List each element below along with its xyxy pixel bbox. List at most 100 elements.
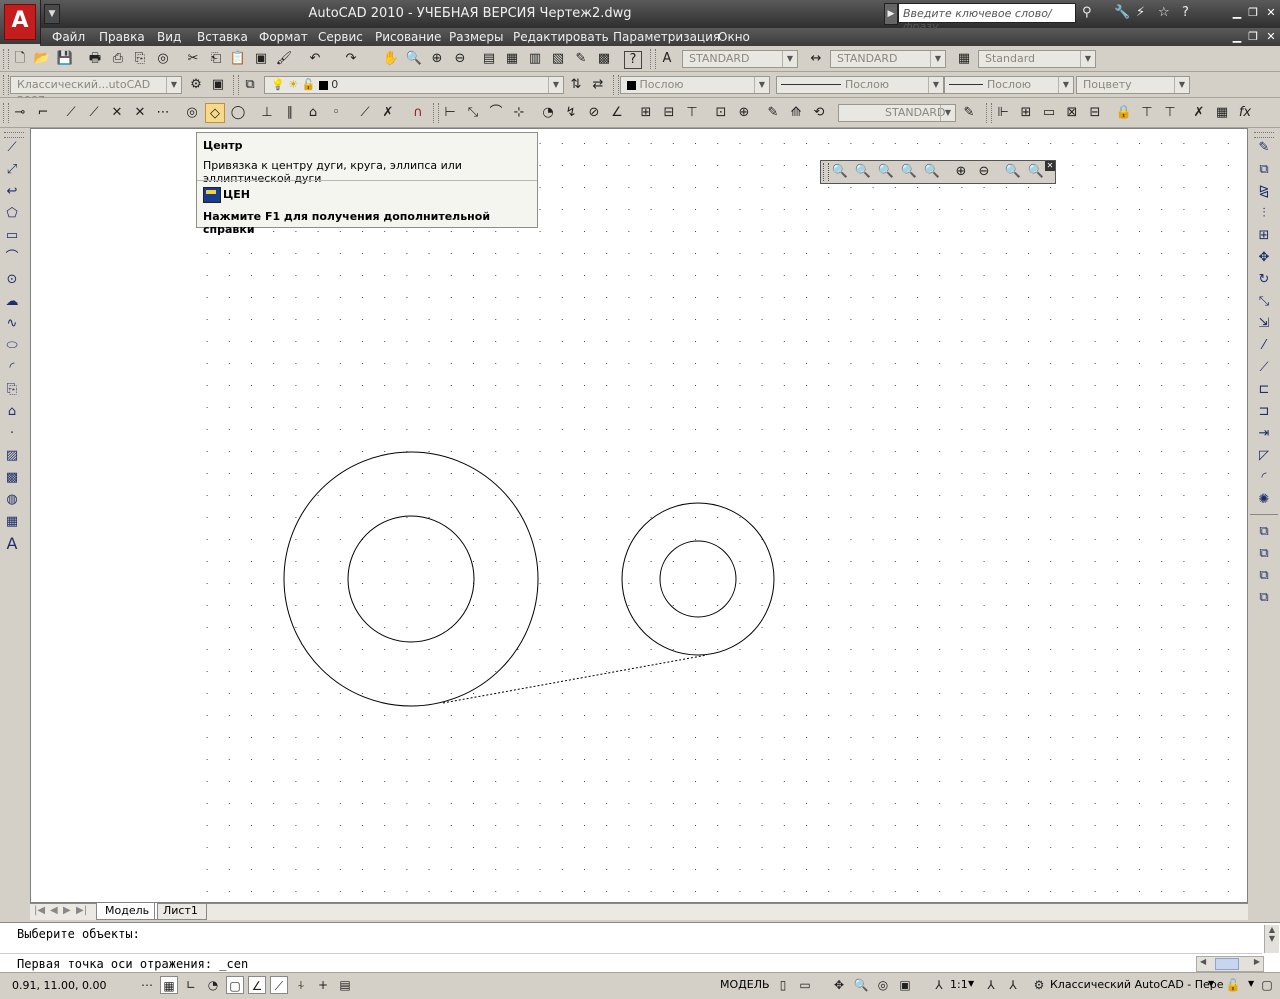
fx-icon[interactable]: fx xyxy=(1235,103,1255,123)
chevron-down-icon[interactable]: ▼ xyxy=(1248,979,1254,988)
help-icon[interactable]: ? xyxy=(1182,5,1189,20)
point-icon[interactable]: · xyxy=(2,424,22,444)
tab-layout1[interactable]: Лист1 xyxy=(154,903,207,920)
workspace-settings-icon[interactable]: ⚙ xyxy=(186,75,206,95)
linetype-combo[interactable]: Послою ▼ xyxy=(776,76,944,94)
extend-icon[interactable]: ⟋ xyxy=(1254,358,1274,378)
toolbar-grip[interactable] xyxy=(233,75,239,95)
table-icon[interactable]: ▦ xyxy=(2,512,22,532)
dim-aligned-icon[interactable]: ⤡ xyxy=(463,103,483,123)
text-style-combo[interactable]: STANDARD ▼ xyxy=(682,50,798,68)
dim-continue-icon[interactable]: ⊤ xyxy=(682,103,702,123)
polygon-icon[interactable]: ⬠ xyxy=(2,204,22,224)
workspace-gear-icon[interactable]: ⚙ xyxy=(1030,976,1048,994)
snap-none-icon[interactable]: ✗ xyxy=(378,103,398,123)
toolbar-grip[interactable] xyxy=(3,49,9,69)
ellipse-icon[interactable]: ⬭ xyxy=(2,336,22,356)
pan-status-icon[interactable]: ✥ xyxy=(830,976,848,994)
help-button-icon[interactable]: ? xyxy=(624,51,642,69)
snap-intersection-icon[interactable]: ✕ xyxy=(107,103,127,123)
doc-close-button[interactable]: ✕ xyxy=(1264,30,1278,43)
annotation-visibility-icon[interactable]: ⅄ xyxy=(982,976,1000,994)
table-style-combo[interactable]: Standard ▼ xyxy=(978,50,1096,68)
break-at-point-icon[interactable]: ⊏ xyxy=(1254,380,1274,400)
dim-constraint-vertical-icon[interactable]: ⊤ xyxy=(1137,103,1157,123)
snap-midpoint-icon[interactable]: ⟋ xyxy=(84,103,104,123)
layout-view-icon[interactable]: ▯ xyxy=(774,976,792,994)
dim-angular-icon[interactable]: ∠ xyxy=(607,103,627,123)
dynamic-input-icon[interactable]: ⍭ xyxy=(292,976,310,994)
zoom-scale-icon[interactable]: 🔍 xyxy=(876,162,896,182)
design-center-icon[interactable]: ▦ xyxy=(502,49,522,69)
open-icon[interactable]: 📂 xyxy=(32,49,52,69)
plotstyle-combo[interactable]: Поцвету ▼ xyxy=(1076,76,1190,94)
show-constraints-icon[interactable]: ▭ xyxy=(1039,103,1059,123)
chamfer-icon[interactable]: ◸ xyxy=(1254,446,1274,466)
tab-model[interactable]: Модель xyxy=(96,903,159,920)
table-style-icon[interactable]: ▦ xyxy=(954,49,974,69)
toolbar-grip[interactable] xyxy=(433,103,439,123)
markup-icon[interactable]: ✎ xyxy=(571,49,591,69)
coordinates-readout[interactable]: 0.91, 11.00, 0.00 xyxy=(12,979,106,992)
workspace-combo[interactable]: Классический...utoCAD 2007▼ xyxy=(10,76,182,107)
chevron-down-icon[interactable]: ▼ xyxy=(968,979,974,988)
menu-view[interactable]: Вид xyxy=(157,30,181,44)
layer-previous-icon[interactable]: ⇄ xyxy=(588,75,608,95)
dim-update-icon[interactable]: ⟲ xyxy=(809,103,829,123)
array-icon[interactable]: ⊞ xyxy=(1254,226,1274,246)
center-mark-icon[interactable]: ⊕ xyxy=(734,103,754,123)
publish-icon[interactable]: ⎘ xyxy=(130,49,150,69)
chevron-down-icon[interactable]: ▼ xyxy=(1208,979,1214,988)
quick-properties-icon[interactable]: ▤ xyxy=(336,976,354,994)
dimstyle-manager-icon[interactable]: ✎ xyxy=(959,103,979,123)
dim-style-combo[interactable]: STANDARD ▼ xyxy=(830,50,946,68)
minimize-button[interactable]: ▁ xyxy=(1230,6,1244,19)
rotate-icon[interactable]: ↻ xyxy=(1254,270,1274,290)
toolbar-grip[interactable] xyxy=(650,49,656,69)
menu-dimension[interactable]: Размеры xyxy=(449,30,504,44)
paste-block-icon[interactable]: ▣ xyxy=(251,49,271,69)
toolbar-grip[interactable] xyxy=(986,103,992,123)
construction-line-icon[interactable]: ⤢ xyxy=(2,160,22,180)
redo-icon[interactable]: ↷ xyxy=(341,49,361,69)
workspace-status[interactable]: Классический AutoCAD - Пере xyxy=(1050,978,1224,991)
snap-quadrant-icon[interactable]: ◇ xyxy=(205,103,225,123)
fillet-icon[interactable]: ◜ xyxy=(1254,468,1274,488)
tab-prev-icon[interactable]: ◀ xyxy=(50,905,58,916)
zoom-all-icon[interactable]: 🔍 xyxy=(1003,162,1023,182)
delete-constraints-icon[interactable]: ✗ xyxy=(1189,103,1209,123)
layer-manager-icon[interactable]: ⧉ xyxy=(240,75,260,95)
auto-scale-icon[interactable]: ⅄ xyxy=(1004,976,1022,994)
object-snap-icon[interactable]: ▢ xyxy=(226,976,244,994)
dynamic-ucs-icon[interactable]: ⟋ xyxy=(270,976,288,994)
workspace-save-icon[interactable]: ▣ xyxy=(208,75,228,95)
dim-ordinate-icon[interactable]: ⊹ xyxy=(509,103,529,123)
copy-object-icon[interactable]: ⧉ xyxy=(1254,160,1274,180)
multiline-text-icon[interactable]: A xyxy=(2,534,22,554)
communication-icon[interactable]: ⚡ xyxy=(1136,5,1145,20)
snap-extension-icon[interactable]: ⋯ xyxy=(153,103,173,123)
close-button[interactable]: ✕ xyxy=(1264,6,1278,19)
menu-format[interactable]: Формат xyxy=(259,30,308,44)
draw-order-front-icon[interactable]: ⧉ xyxy=(1254,522,1274,542)
constraint-bar-icon[interactable]: ⊠ xyxy=(1062,103,1082,123)
restore-button[interactable]: ❐ xyxy=(1246,6,1260,19)
menu-insert[interactable]: Вставка xyxy=(197,30,248,44)
horizontal-scrollbar[interactable]: ◀ ▶ xyxy=(1196,956,1264,972)
circle-icon[interactable]: ⊙ xyxy=(2,270,22,290)
toolbar-grip[interactable] xyxy=(823,163,829,181)
region-icon[interactable]: ◍ xyxy=(2,490,22,510)
preview-icon[interactable]: ⎙ xyxy=(108,49,128,69)
dim-radius-icon[interactable]: ◔ xyxy=(538,103,558,123)
polyline-icon[interactable]: ↩ xyxy=(2,182,22,202)
quick-view-icon[interactable]: ▭ xyxy=(796,976,814,994)
quick-dim-icon[interactable]: ⊞ xyxy=(636,103,656,123)
make-current-layer-icon[interactable]: ⇅ xyxy=(566,75,586,95)
toolbar-lock-icon[interactable]: 🔓 xyxy=(1224,976,1242,994)
print-icon[interactable]: 🖶 xyxy=(85,49,105,69)
snap-endpoint-icon[interactable]: ⟋ xyxy=(61,103,81,123)
snap-insert-icon[interactable]: ⌂ xyxy=(303,103,323,123)
dim-linear-icon[interactable]: ⊢ xyxy=(440,103,460,123)
zoom-object-icon[interactable]: 🔍 xyxy=(922,162,942,182)
dim-text-edit-icon[interactable]: ⟰ xyxy=(786,103,806,123)
